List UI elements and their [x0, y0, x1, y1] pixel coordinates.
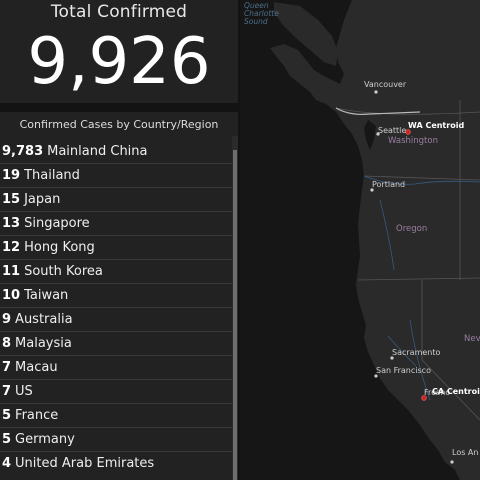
country-row[interactable]: 9,783 Mainland China — [0, 140, 232, 163]
country-name: Germany — [15, 432, 75, 447]
cases-by-country-panel: Confirmed Cases by Country/Region 9,783 M… — [0, 112, 238, 480]
country-name: Macau — [15, 360, 58, 375]
case-count: 9 — [2, 312, 12, 327]
list-scrollbar[interactable] — [232, 136, 238, 480]
map-label-oregon: Oregon — [396, 224, 428, 234]
country-row[interactable]: 7 Macau — [0, 355, 232, 379]
country-row[interactable]: 4 United Arab Emirates — [0, 451, 232, 475]
case-count: 7 — [2, 384, 12, 399]
country-row[interactable]: 5 Germany — [0, 427, 232, 451]
coastline-land — [270, 0, 480, 480]
country-row[interactable]: 15 Japan — [0, 187, 232, 211]
country-name: Australia — [15, 312, 73, 327]
map-label-washington: Washington — [388, 136, 438, 146]
total-confirmed-panel: Total Confirmed 9,926 — [0, 0, 238, 103]
country-row[interactable]: 19 Thailand — [0, 163, 232, 187]
country-row[interactable]: 7 US — [0, 379, 232, 403]
case-count: 4 — [2, 456, 12, 471]
case-count: 7 — [2, 360, 12, 375]
case-count: 5 — [2, 408, 12, 423]
country-list: 9,783 Mainland China 19 Thailand 15 Japan 13 Si… — [0, 140, 232, 475]
map-label-sacramento: Sacramento — [392, 348, 441, 357]
cases-list-title: Confirmed Cases by Country/Region — [19, 118, 219, 131]
map-label-portland: Portland — [372, 180, 406, 189]
country-name: Japan — [24, 192, 61, 207]
country-name: Malaysia — [15, 336, 72, 351]
map-label-wa-centroid[interactable]: WA Centroid — [408, 121, 464, 130]
map-canvas — [270, 0, 480, 480]
map-label-san-francisco: San Francisco — [376, 366, 431, 375]
country-row[interactable]: 12 Hong Kong — [0, 235, 232, 259]
country-name: Taiwan — [24, 288, 69, 303]
scrollbar-thumb[interactable] — [233, 150, 237, 480]
total-confirmed-value: 9,926 — [27, 25, 211, 99]
map-label-nevada: Nev — [464, 334, 480, 344]
case-count: 5 — [2, 432, 12, 447]
case-count: 8 — [2, 336, 12, 351]
country-row[interactable]: 8 Malaysia — [0, 331, 232, 355]
map-label-ca-centroid[interactable]: CA Centroid — [432, 387, 480, 396]
country-row[interactable]: 9 Australia — [0, 307, 232, 331]
country-row[interactable]: 11 South Korea — [0, 259, 232, 283]
country-row[interactable]: 13 Singapore — [0, 211, 232, 235]
country-row[interactable]: 10 Taiwan — [0, 283, 232, 307]
map-label-seattle: Seattle — [378, 126, 407, 135]
country-row[interactable]: 5 France — [0, 403, 232, 427]
map-label-vancouver: Vancouver — [364, 80, 407, 89]
case-count: 12 — [2, 240, 21, 255]
map-view[interactable]: Queen Charlotte Sound Vancouver Seattle … — [240, 0, 480, 480]
country-name: Singapore — [24, 216, 90, 231]
case-count: 10 — [2, 288, 21, 303]
country-name: Thailand — [24, 168, 80, 183]
case-count: 13 — [2, 216, 21, 231]
total-confirmed-title: Total Confirmed — [50, 2, 188, 22]
country-name: US — [15, 384, 33, 399]
country-name: Hong Kong — [24, 240, 95, 255]
map-label-los-angeles: Los An — [452, 448, 479, 457]
case-count: 19 — [2, 168, 21, 183]
case-count: 11 — [2, 264, 21, 279]
country-name: United Arab Emirates — [15, 456, 155, 471]
case-count: 9,783 — [2, 144, 44, 159]
country-name: South Korea — [24, 264, 103, 279]
country-name: France — [15, 408, 59, 423]
case-count: 15 — [2, 192, 21, 207]
map-label-water: Queen Charlotte Sound — [244, 1, 279, 26]
country-name: Mainland China — [47, 144, 148, 159]
